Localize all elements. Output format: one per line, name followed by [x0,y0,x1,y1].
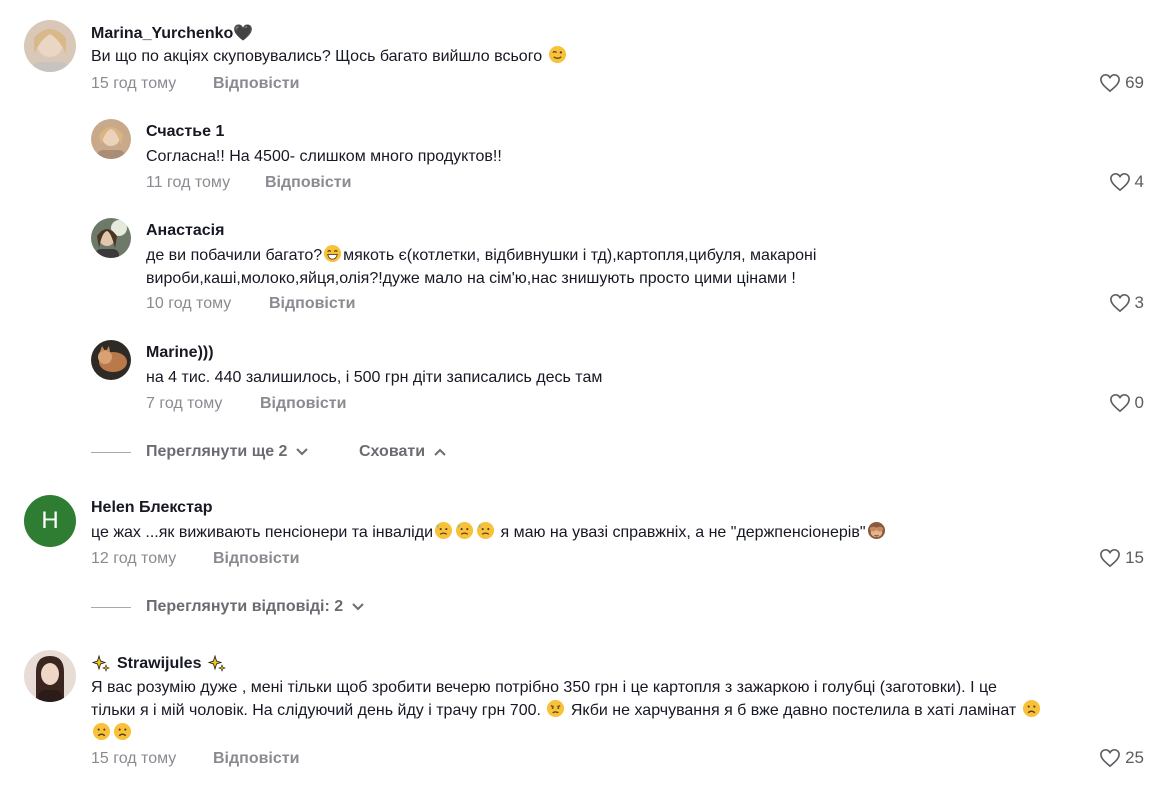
thread-divider [91,452,131,453]
wink-emoji-icon [548,45,566,64]
sad-face-emoji-icon [547,699,565,718]
comment-text: на 4 тис. 440 залишилось, і 500 грн діти… [146,366,602,389]
comment-username[interactable]: Счастье 1 [146,123,224,141]
avatar[interactable] [91,218,131,258]
comment-username[interactable]: Marine))) [146,344,214,362]
like-button[interactable]: 15 [1099,548,1144,568]
sad-sweat-emoji-icon [476,521,495,540]
reply-button[interactable]: Відповісти [265,174,351,192]
sparkles-icon [208,654,227,672]
comment-text: Я вас розумію дуже , мені тільки щоб зро… [91,676,1141,745]
frown-emoji-icon [113,722,132,741]
chevron-down-icon [296,448,309,456]
heart-icon [1100,748,1120,768]
chevron-up-icon [434,448,446,456]
reply-button[interactable]: Відповісти [260,395,346,413]
like-button[interactable]: 25 [1099,748,1144,768]
comment-username[interactable]: Marina_Yurchenko🖤 [91,23,253,43]
view-replies-button[interactable]: Переглянути відповіді: 2 [146,598,365,616]
frown-emoji-icon [92,722,111,741]
comment-text: Согласна!! На 4500- слишком много продук… [146,145,502,168]
comment-text-part: Согласна!! На 4500- слишком много продук… [146,148,502,165]
reply-button[interactable]: Відповісти [213,750,299,768]
avatar-letter: H [41,507,59,534]
reply-button[interactable]: Відповісти [213,75,299,93]
avatar[interactable]: H [24,495,76,547]
avatar[interactable] [91,119,131,159]
like-button[interactable]: 3 [1109,293,1144,313]
comment-text-part: Ви що по акціях скуповувались? Щось бага… [91,48,547,65]
avatar[interactable] [24,20,76,72]
comment-username[interactable]: Strawijules [91,654,227,674]
avatar[interactable] [24,650,76,702]
reply-button[interactable]: Відповісти [269,295,355,313]
heart-icon [1109,172,1130,192]
username-text: Strawijules [117,655,202,672]
comment-text-part: мякоть є(котлетки, відбивнушки і тд),кар… [343,247,817,264]
comment-time: 11 год тому [146,174,231,191]
like-count: 15 [1125,548,1144,567]
hide-replies-button[interactable]: Сховати [359,443,447,461]
sad-sweat-emoji-icon [455,521,474,540]
heart-icon [1100,548,1120,568]
sparkles-icon [91,654,110,672]
avatar[interactable] [91,340,131,380]
comment-time: 10 год тому [146,295,232,312]
comment-text-part: Якби не харчування я б вже давно постели… [566,702,1021,719]
comment-text-part: тільки я і мій чоловік. На слідуючий ден… [91,702,546,719]
chevron-down-icon [352,603,364,611]
reply-button[interactable]: Відповісти [213,550,299,568]
heart-icon [1100,73,1120,93]
comment-time: 15 год тому [91,750,177,767]
like-button[interactable]: 4 [1109,172,1144,192]
comment-username[interactable]: Helen Блекстар [91,499,213,517]
sad-sweat-emoji-icon [434,521,453,540]
grin-emoji-icon [324,244,342,263]
like-count: 69 [1125,73,1144,92]
comment-text-part: вироби,каші,молоко,яйця,олія?!дуже мало … [146,270,796,287]
comment-time: 12 год тому [91,550,177,567]
comment-username[interactable]: Анастасія [146,222,224,240]
hide-label: Сховати [359,443,426,460]
comment-text-part: Я вас розумію дуже , мені тільки щоб зро… [91,679,997,696]
thread-divider [91,607,131,608]
comment-text: Ви що по акціях скуповувались? Щось бага… [91,45,568,68]
heart-icon [1109,293,1130,313]
comment-time: 15 год тому [91,75,177,92]
view-more-label: Переглянути ще 2 [146,443,288,460]
comment-text-part: я маю на увазі справжніх, а не "держпенс… [496,524,866,541]
comment-text: це жах ...як виживають пенсіонери та інв… [91,521,887,544]
comment-text-part: на 4 тис. 440 залишилось, і 500 грн діти… [146,369,603,386]
like-button[interactable]: 69 [1099,73,1144,93]
heart-icon [1109,393,1130,413]
comment-text-part: це жах ...як виживають пенсіонери та інв… [91,524,434,541]
like-count: 3 [1134,293,1144,312]
see-no-evil-monkey-icon [867,521,885,540]
like-count: 4 [1134,172,1144,191]
comment-time: 7 год тому [146,395,223,412]
view-more-replies-button[interactable]: Переглянути ще 2 [146,443,309,461]
like-count: 0 [1134,393,1144,412]
comment-text: де ви побачили багато? мякоть є(котлетки,… [146,244,1136,290]
like-count: 25 [1125,748,1144,767]
view-replies-label: Переглянути відповіді: 2 [146,598,344,615]
comment-text-part: де ви побачили багато? [146,247,323,264]
frown-emoji-icon [1022,699,1040,718]
like-button[interactable]: 0 [1109,393,1144,413]
